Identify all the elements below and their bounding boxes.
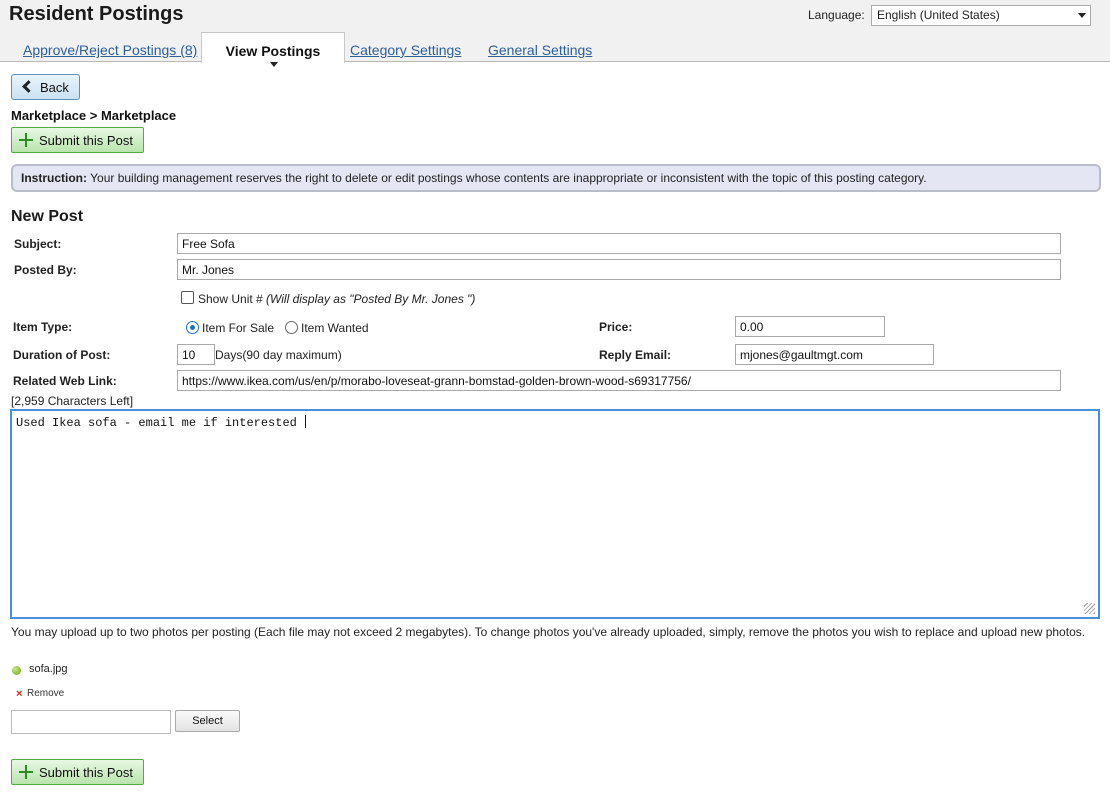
plus-icon bbox=[19, 133, 33, 147]
language-select-value: English (United States) bbox=[877, 8, 1000, 22]
subject-input[interactable]: Free Sofa bbox=[177, 233, 1061, 254]
submit-button-label: Submit this Post bbox=[39, 765, 133, 780]
submit-post-button-top[interactable]: Submit this Post bbox=[11, 127, 144, 153]
remove-file-link[interactable]: Remove bbox=[27, 688, 64, 699]
chevron-down-icon bbox=[1078, 13, 1086, 18]
web-link-input[interactable]: https://www.ikea.com/us/en/p/morabo-love… bbox=[177, 370, 1061, 391]
upload-info: You may upload up to two photos per post… bbox=[11, 625, 1086, 639]
file-status-icon bbox=[12, 666, 21, 675]
web-link-label: Related Web Link: bbox=[13, 374, 117, 388]
instruction-text: Your building management reserves the ri… bbox=[87, 171, 927, 185]
reply-email-label: Reply Email: bbox=[599, 348, 672, 362]
item-type-label: Item Type: bbox=[13, 320, 73, 334]
show-unit-checkbox[interactable] bbox=[181, 291, 194, 304]
app-header: Resident Postings Language: English (Uni… bbox=[0, 0, 1110, 67]
reply-email-input[interactable]: mjones@gaultmgt.com bbox=[735, 344, 934, 365]
uploaded-file-name: sofa.jpg bbox=[29, 663, 68, 675]
price-label: Price: bbox=[599, 320, 633, 334]
duration-label: Duration of Post: bbox=[13, 348, 111, 362]
item-wanted-radio[interactable] bbox=[285, 321, 298, 334]
breadcrumb: Marketplace > Marketplace bbox=[11, 108, 177, 123]
back-button[interactable]: Back bbox=[11, 74, 80, 100]
price-input[interactable]: 0.00 bbox=[735, 316, 885, 337]
file-input-field[interactable] bbox=[11, 710, 171, 734]
show-unit-label: Show Unit # bbox=[198, 292, 263, 306]
resize-handle-icon[interactable] bbox=[1084, 603, 1095, 614]
tab-category-settings[interactable]: Category Settings bbox=[350, 42, 461, 58]
submit-post-button-bottom[interactable]: Submit this Post bbox=[11, 759, 144, 785]
tab-general-settings[interactable]: General Settings bbox=[488, 42, 592, 58]
form-title: New Post bbox=[11, 208, 84, 225]
tab-view-postings[interactable]: View Postings bbox=[201, 32, 345, 67]
remove-x-icon[interactable]: × bbox=[16, 688, 22, 700]
caret-down-icon bbox=[270, 62, 278, 67]
posted-by-input[interactable]: Mr. Jones bbox=[177, 259, 1061, 280]
duration-note: Days(90 day maximum) bbox=[215, 348, 342, 362]
item-for-sale-radio[interactable] bbox=[186, 321, 199, 334]
tab-approve-reject[interactable]: Approve/Reject Postings (8) bbox=[23, 42, 197, 58]
select-file-button[interactable]: Select bbox=[175, 710, 240, 732]
characters-left: [2,959 Characters Left] bbox=[11, 394, 134, 408]
instruction-title: Instruction: bbox=[21, 171, 87, 185]
back-button-label: Back bbox=[40, 80, 69, 95]
text-cursor bbox=[305, 415, 307, 428]
duration-input[interactable]: 10 bbox=[177, 344, 215, 365]
post-body-textarea[interactable]: Used Ikea sofa - email me if interested bbox=[10, 409, 1100, 619]
subject-label: Subject: bbox=[14, 237, 62, 251]
tab-view-postings-label: View Postings bbox=[225, 43, 321, 59]
chevron-left-icon bbox=[22, 80, 35, 93]
show-unit-note: (Will display as "Posted By Mr. Jones ") bbox=[266, 292, 476, 306]
item-for-sale-label: Item For Sale bbox=[202, 321, 275, 335]
plus-icon bbox=[19, 765, 33, 779]
posted-by-label: Posted By: bbox=[14, 263, 77, 277]
language-select[interactable]: English (United States) bbox=[871, 5, 1091, 26]
instruction-banner: Instruction: Your building management re… bbox=[11, 164, 1101, 192]
item-wanted-label: Item Wanted bbox=[301, 321, 369, 335]
post-body-text: Used Ikea sofa - email me if interested bbox=[16, 416, 305, 430]
language-label: Language: bbox=[808, 8, 865, 22]
app-title: Resident Postings bbox=[9, 3, 184, 25]
submit-button-label: Submit this Post bbox=[39, 133, 133, 148]
